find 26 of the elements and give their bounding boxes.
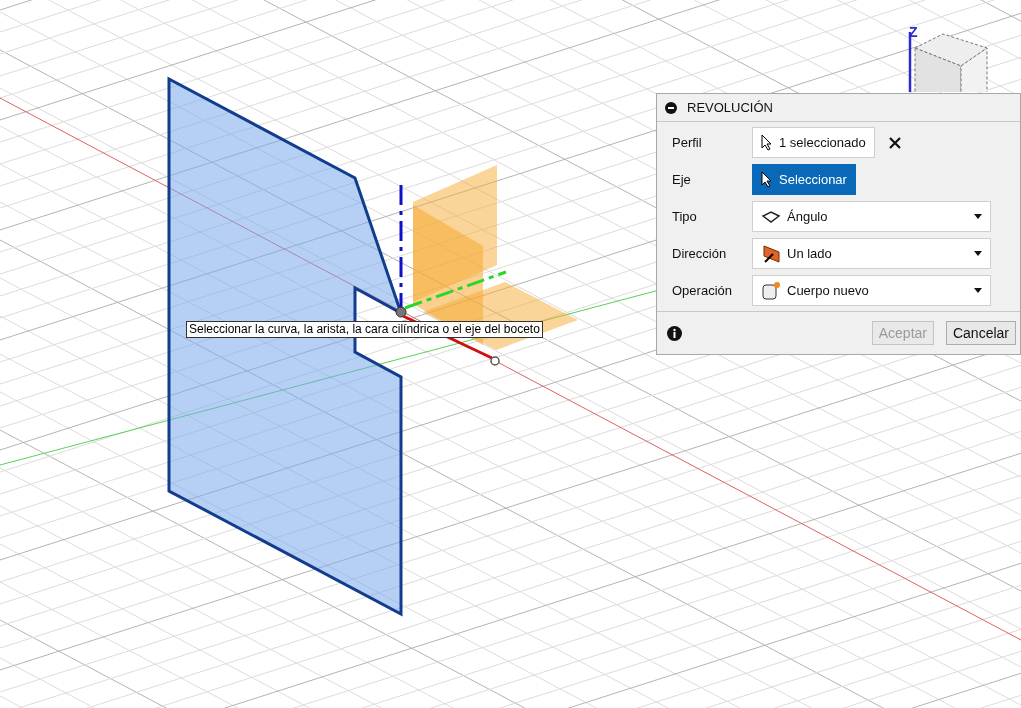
field-label: Eje (672, 172, 692, 187)
cursor-icon (761, 171, 773, 188)
dropdown-arrow-icon (974, 251, 982, 256)
dropdown[interactable]: Un lado (752, 238, 991, 269)
new-body-icon (761, 280, 781, 301)
cancel-button[interactable]: Cancelar (945, 321, 1016, 345)
select-button[interactable]: Seleccionar (752, 164, 856, 195)
close-icon[interactable] (888, 136, 901, 149)
field-label: Perfil (672, 135, 703, 150)
dropdown-arrow-icon (974, 288, 982, 293)
endpoint-marker (490, 356, 500, 366)
dropdown[interactable]: Ángulo (752, 201, 991, 232)
origin-point[interactable] (395, 306, 407, 318)
dropdown-arrow-icon (974, 214, 982, 219)
dropdown[interactable]: Cuerpo nuevo (752, 275, 991, 306)
field-label: Dirección (672, 246, 728, 261)
angle-icon (761, 209, 781, 224)
dialog-title: REVOLUCIÓN (687, 100, 773, 115)
direction-icon (761, 243, 781, 264)
tooltip: Seleccionar la curva, la arista, la cara cilíndrica o el eje del boceto (186, 321, 543, 338)
cursor-icon (761, 134, 773, 151)
info-icon[interactable] (667, 325, 682, 341)
selection-field[interactable]: 1 seleccionado (752, 127, 875, 158)
field-label: Operación (672, 283, 733, 298)
collapse-icon[interactable] (665, 101, 677, 114)
field-label: Tipo (672, 209, 698, 224)
